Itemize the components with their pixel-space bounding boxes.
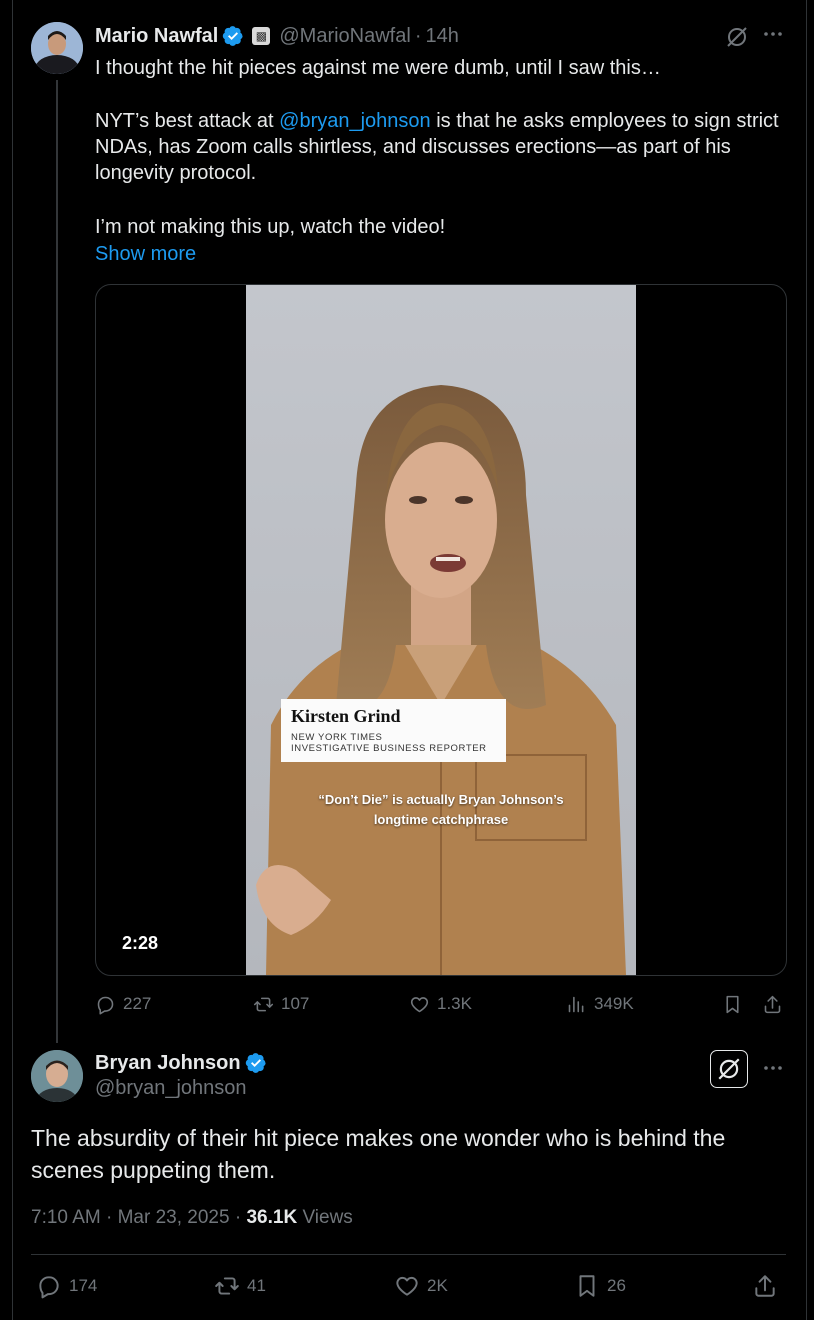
share-icon [755,1275,775,1297]
main-tweet-author: Bryan Johnson [95,1049,267,1077]
bookmark-count: 26 [607,1276,626,1295]
reply-count: 174 [69,1276,98,1295]
show-more-link[interactable]: Show more [95,241,196,267]
grok-button[interactable] [710,1050,748,1088]
reply-icon [39,1276,59,1299]
tweet-paragraph-1: I thought the hit pieces against me were… [95,57,661,79]
lower-third-name: Kirsten Grind [291,706,401,726]
bookmark-icon [579,1275,595,1297]
video-caption: “Don’t Die” is actually Bryan Johnson’s … [276,790,606,830]
tweet-date[interactable]: Mar 23, 2025 [118,1207,230,1228]
like-icon [410,996,429,1012]
verified-badge-icon [245,1053,266,1073]
like-count: 1.3K [437,994,472,1013]
more-options-button[interactable] [760,23,786,49]
views-count: 349K [594,994,634,1013]
share-button[interactable] [752,1272,778,1300]
affiliate-badge-icon: ▩ [252,27,271,45]
reply-icon [97,996,114,1014]
main-tweet-actions: 174 41 2K 26 [31,1272,786,1302]
like-button[interactable]: 1.3K [409,990,472,1018]
timeline-left-border [12,0,13,1320]
like-count: 2K [427,1276,448,1295]
bookmark-button[interactable]: 26 [574,1272,626,1300]
repost-icon [253,997,274,1011]
repost-count: 107 [281,994,310,1013]
author-name[interactable]: Bryan Johnson [95,1052,241,1075]
views-button[interactable]: 349K [566,990,634,1018]
repost-count: 41 [247,1276,266,1295]
grok-icon [727,27,747,47]
like-icon [396,1276,418,1296]
meta-separator: · [234,1207,242,1228]
bookmark-button[interactable] [722,990,743,1018]
author-name[interactable]: Mario Nawfal [95,25,218,48]
parent-tweet-actions: 227 107 1.3K 349K [95,990,785,1018]
main-tweet-text: The absurdity of their hit piece makes o… [31,1125,726,1183]
more-icon [764,32,782,36]
avatar-mario-nawfal[interactable] [31,22,83,74]
repost-button[interactable]: 41 [214,1272,266,1300]
tweet-paragraph-2: NYT’s best attack at @bryan_johnson is t… [95,108,785,186]
tweet-text-segment: NYT’s best attack at [95,110,280,132]
lower-third-card: Kirsten Grind NEW YORK TIMES INVESTIGATI… [281,699,506,762]
grok-button[interactable] [725,25,749,49]
author-handle[interactable]: @MarioNawfal [279,25,410,48]
divider [31,1254,786,1255]
verified-badge-icon [223,26,243,46]
video-duration: 2:28 [122,933,159,953]
time-separator: · [414,24,422,47]
video-frame[interactable]: Kirsten Grind NEW YORK TIMES INVESTIGATI… [246,285,636,975]
author-handle[interactable]: @bryan_johnson [95,1077,247,1100]
timeline-right-border [806,0,807,1320]
tweet-timestamp[interactable]: 14h [425,25,458,48]
share-icon [764,995,781,1013]
views-count: 36.1K [246,1207,298,1228]
meta-separator: · [106,1207,113,1228]
tweet-paragraph-3: I’m not making this up, watch the video! [95,216,446,238]
tweet-metadata: 7:10 AM · Mar 23, 2025 · 36.1K Views [31,1207,353,1229]
grok-icon [718,1058,740,1080]
repost-icon [215,1277,239,1295]
reply-button[interactable]: 174 [36,1272,97,1300]
avatar-portrait-icon [31,22,83,74]
views-icon [568,996,584,1012]
share-button[interactable] [762,990,783,1018]
parent-tweet-header: Mario Nawfal ▩ @MarioNawfal · 14h [95,22,459,50]
mention-link[interactable]: @bryan_johnson [279,110,431,132]
reply-button[interactable]: 227 [95,990,151,1018]
views-label: Views [302,1207,353,1228]
more-options-button[interactable] [760,1057,786,1083]
tweet-time[interactable]: 7:10 AM [31,1207,101,1228]
caption-line-2: longtime catchphrase [373,812,509,827]
lower-third-org: NEW YORK TIMES [291,732,383,743]
avatar-bryan-johnson[interactable] [31,1050,83,1102]
bookmark-icon [726,995,739,1013]
like-button[interactable]: 2K [394,1272,448,1300]
avatar-portrait-icon [31,1050,83,1102]
more-icon [764,1066,782,1070]
thread-connector-line [56,80,58,1043]
repost-button[interactable]: 107 [253,990,309,1018]
caption-line-1: “Don’t Die” is actually Bryan Johnson’s [318,792,564,807]
video-still-image [246,285,636,975]
reply-count: 227 [123,994,152,1013]
video-player[interactable]: Kirsten Grind NEW YORK TIMES INVESTIGATI… [95,284,787,976]
lower-third-role: INVESTIGATIVE BUSINESS REPORTER [291,743,487,754]
